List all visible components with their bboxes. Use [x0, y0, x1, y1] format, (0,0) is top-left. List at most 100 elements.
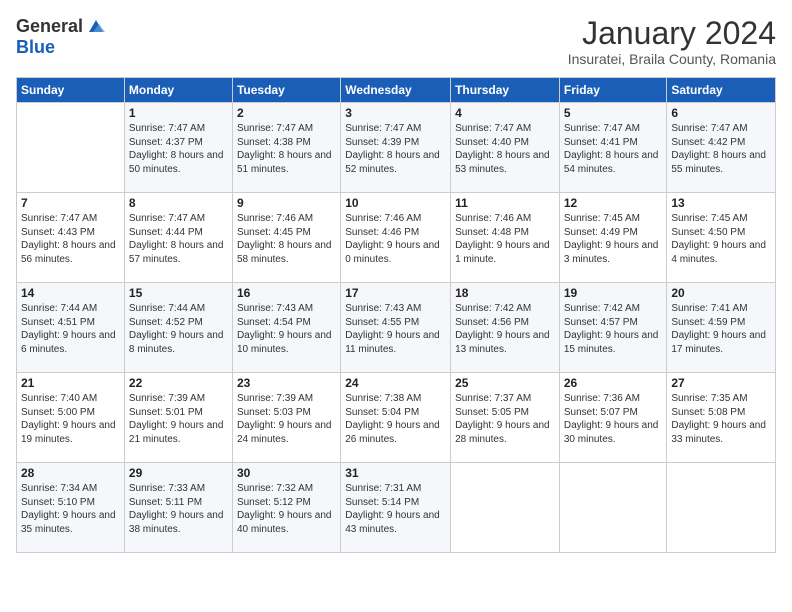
day-number: 23	[237, 376, 336, 390]
day-number: 19	[564, 286, 663, 300]
day-info: Sunrise: 7:42 AMSunset: 4:57 PMDaylight:…	[564, 302, 663, 356]
day-info: Sunrise: 7:45 AMSunset: 4:50 PMDaylight:…	[671, 212, 771, 266]
col-thursday: Thursday	[451, 78, 560, 103]
location-subtitle: Insuratei, Braila County, Romania	[568, 51, 776, 67]
day-info: Sunrise: 7:47 AMSunset: 4:39 PMDaylight:…	[345, 122, 446, 176]
calendar-week-row: 1 Sunrise: 7:47 AMSunset: 4:37 PMDaylight…	[17, 103, 776, 193]
day-number: 2	[237, 106, 336, 120]
table-row: 25 Sunrise: 7:37 AMSunset: 5:05 PMDayligh…	[451, 373, 560, 463]
table-row: 8 Sunrise: 7:47 AMSunset: 4:44 PMDaylight…	[124, 193, 232, 283]
table-row: 3 Sunrise: 7:47 AMSunset: 4:39 PMDaylight…	[341, 103, 451, 193]
day-number: 8	[129, 196, 228, 210]
calendar-header-row: Sunday Monday Tuesday Wednesday Thursday…	[17, 78, 776, 103]
calendar-week-row: 7 Sunrise: 7:47 AMSunset: 4:43 PMDaylight…	[17, 193, 776, 283]
day-number: 14	[21, 286, 120, 300]
day-info: Sunrise: 7:36 AMSunset: 5:07 PMDaylight:…	[564, 392, 663, 446]
day-info: Sunrise: 7:47 AMSunset: 4:37 PMDaylight:…	[129, 122, 228, 176]
day-info: Sunrise: 7:35 AMSunset: 5:08 PMDaylight:…	[671, 392, 771, 446]
day-info: Sunrise: 7:47 AMSunset: 4:43 PMDaylight:…	[21, 212, 120, 266]
col-tuesday: Tuesday	[232, 78, 340, 103]
table-row: 10Sunrise: 7:46 AMSunset: 4:46 PMDayligh…	[341, 193, 451, 283]
day-info: Sunrise: 7:34 AMSunset: 5:10 PMDaylight:…	[21, 482, 120, 536]
table-row: 15 Sunrise: 7:44 AMSunset: 4:52 PMDayligh…	[124, 283, 232, 373]
day-number: 7	[21, 196, 120, 210]
col-friday: Friday	[559, 78, 667, 103]
day-number: 17	[345, 286, 446, 300]
day-number: 28	[21, 466, 120, 480]
day-info: Sunrise: 7:47 AMSunset: 4:40 PMDaylight:…	[455, 122, 555, 176]
day-info: Sunrise: 7:47 AMSunset: 4:44 PMDaylight:…	[129, 212, 228, 266]
table-row: 5 Sunrise: 7:47 AMSunset: 4:41 PMDaylight…	[559, 103, 667, 193]
table-row: 9 Sunrise: 7:46 AMSunset: 4:45 PMDaylight…	[232, 193, 340, 283]
table-row: 24 Sunrise: 7:38 AMSunset: 5:04 PMDayligh…	[341, 373, 451, 463]
day-info: Sunrise: 7:40 AMSunset: 5:00 PMDaylight:…	[21, 392, 120, 446]
day-number: 30	[237, 466, 336, 480]
day-number: 16	[237, 286, 336, 300]
table-row	[451, 463, 560, 553]
table-row	[667, 463, 776, 553]
table-row: 27 Sunrise: 7:35 AMSunset: 5:08 PMDayligh…	[667, 373, 776, 463]
day-info: Sunrise: 7:47 AMSunset: 4:42 PMDaylight:…	[671, 122, 771, 176]
day-number: 31	[345, 466, 446, 480]
table-row: 7 Sunrise: 7:47 AMSunset: 4:43 PMDaylight…	[17, 193, 125, 283]
table-row: 20Sunrise: 7:41 AMSunset: 4:59 PMDayligh…	[667, 283, 776, 373]
day-info: Sunrise: 7:45 AMSunset: 4:49 PMDaylight:…	[564, 212, 663, 266]
table-row: 13Sunrise: 7:45 AMSunset: 4:50 PMDayligh…	[667, 193, 776, 283]
table-row: 22Sunrise: 7:39 AMSunset: 5:01 PMDayligh…	[124, 373, 232, 463]
table-row: 16 Sunrise: 7:43 AMSunset: 4:54 PMDayligh…	[232, 283, 340, 373]
table-row: 17Sunrise: 7:43 AMSunset: 4:55 PMDayligh…	[341, 283, 451, 373]
table-row: 26Sunrise: 7:36 AMSunset: 5:07 PMDayligh…	[559, 373, 667, 463]
day-number: 9	[237, 196, 336, 210]
day-number: 15	[129, 286, 228, 300]
logo-blue-text: Blue	[16, 37, 55, 58]
logo: General Blue	[16, 16, 107, 58]
col-sunday: Sunday	[17, 78, 125, 103]
table-row: 28 Sunrise: 7:34 AMSunset: 5:10 PMDayligh…	[17, 463, 125, 553]
day-number: 5	[564, 106, 663, 120]
day-info: Sunrise: 7:44 AMSunset: 4:52 PMDaylight:…	[129, 302, 228, 356]
calendar-week-row: 14 Sunrise: 7:44 AMSunset: 4:51 PMDayligh…	[17, 283, 776, 373]
day-info: Sunrise: 7:44 AMSunset: 4:51 PMDaylight:…	[21, 302, 120, 356]
day-number: 6	[671, 106, 771, 120]
day-number: 24	[345, 376, 446, 390]
day-info: Sunrise: 7:47 AMSunset: 4:41 PMDaylight:…	[564, 122, 663, 176]
logo-general-text: General	[16, 16, 83, 37]
day-number: 25	[455, 376, 555, 390]
day-number: 21	[21, 376, 120, 390]
table-row: 23 Sunrise: 7:39 AMSunset: 5:03 PMDayligh…	[232, 373, 340, 463]
day-info: Sunrise: 7:46 AMSunset: 4:45 PMDaylight:…	[237, 212, 336, 266]
table-row	[559, 463, 667, 553]
day-info: Sunrise: 7:38 AMSunset: 5:04 PMDaylight:…	[345, 392, 446, 446]
day-info: Sunrise: 7:47 AMSunset: 4:38 PMDaylight:…	[237, 122, 336, 176]
day-number: 20	[671, 286, 771, 300]
month-title: January 2024	[568, 16, 776, 51]
col-wednesday: Wednesday	[341, 78, 451, 103]
day-number: 3	[345, 106, 446, 120]
col-monday: Monday	[124, 78, 232, 103]
title-section: January 2024 Insuratei, Braila County, R…	[568, 16, 776, 67]
logo-icon	[85, 18, 107, 36]
table-row: 4 Sunrise: 7:47 AMSunset: 4:40 PMDaylight…	[451, 103, 560, 193]
table-row: 30 Sunrise: 7:32 AMSunset: 5:12 PMDayligh…	[232, 463, 340, 553]
day-number: 27	[671, 376, 771, 390]
calendar-table: Sunday Monday Tuesday Wednesday Thursday…	[16, 77, 776, 553]
table-row: 12Sunrise: 7:45 AMSunset: 4:49 PMDayligh…	[559, 193, 667, 283]
day-info: Sunrise: 7:31 AMSunset: 5:14 PMDaylight:…	[345, 482, 446, 536]
day-number: 1	[129, 106, 228, 120]
calendar-week-row: 28 Sunrise: 7:34 AMSunset: 5:10 PMDayligh…	[17, 463, 776, 553]
day-number: 4	[455, 106, 555, 120]
page-container: General Blue January 2024 Insuratei, Bra…	[0, 0, 792, 561]
day-info: Sunrise: 7:46 AMSunset: 4:46 PMDaylight:…	[345, 212, 446, 266]
table-row: 6 Sunrise: 7:47 AMSunset: 4:42 PMDaylight…	[667, 103, 776, 193]
day-info: Sunrise: 7:32 AMSunset: 5:12 PMDaylight:…	[237, 482, 336, 536]
day-number: 29	[129, 466, 228, 480]
day-number: 11	[455, 196, 555, 210]
day-info: Sunrise: 7:37 AMSunset: 5:05 PMDaylight:…	[455, 392, 555, 446]
day-info: Sunrise: 7:42 AMSunset: 4:56 PMDaylight:…	[455, 302, 555, 356]
day-info: Sunrise: 7:43 AMSunset: 4:54 PMDaylight:…	[237, 302, 336, 356]
col-saturday: Saturday	[667, 78, 776, 103]
table-row: 31 Sunrise: 7:31 AMSunset: 5:14 PMDayligh…	[341, 463, 451, 553]
day-number: 18	[455, 286, 555, 300]
table-row: 1 Sunrise: 7:47 AMSunset: 4:37 PMDaylight…	[124, 103, 232, 193]
day-info: Sunrise: 7:39 AMSunset: 5:03 PMDaylight:…	[237, 392, 336, 446]
